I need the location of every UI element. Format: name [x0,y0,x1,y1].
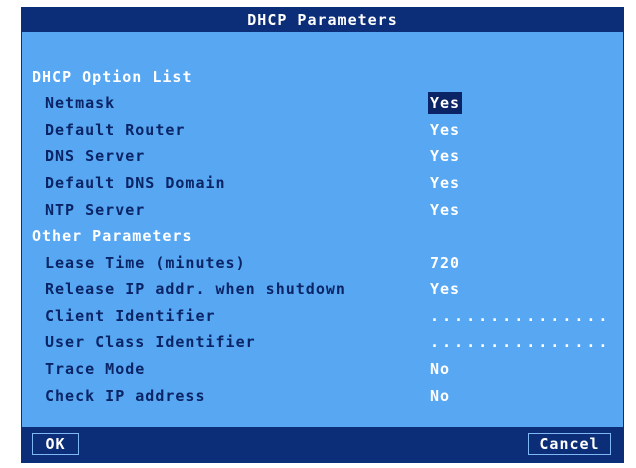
section-other-parameters: Other Parameters [32,227,193,245]
value-default-router[interactable]: Yes [430,119,460,141]
label-user-class-identifier: User Class Identifier [45,333,256,351]
value-netmask[interactable]: Yes [428,92,463,114]
label-netmask: Netmask [45,94,116,112]
label-dns-server: DNS Server [45,147,146,165]
label-lease-time: Lease Time (minutes) [45,254,246,272]
dhcp-parameters-dialog: DHCP Parameters DHCP Option List Netmask… [21,7,624,463]
value-dns-server[interactable]: Yes [430,145,460,167]
value-trace-mode[interactable]: No [430,358,450,380]
value-ntp-server[interactable]: Yes [430,199,460,221]
label-release-ip: Release IP addr. when shutdown [45,280,346,298]
label-default-router: Default Router [45,121,186,139]
label-trace-mode: Trace Mode [45,360,146,378]
terminal-screen: DHCP Parameters DHCP Option List Netmask… [0,0,636,468]
value-default-dns-domain[interactable]: Yes [430,172,460,194]
label-client-identifier: Client Identifier [45,307,216,325]
label-check-ip-address: Check IP address [45,387,206,405]
label-default-dns-domain: Default DNS Domain [45,174,226,192]
input-client-identifier[interactable]: ............... [430,305,610,327]
button-bar: OK Cancel [22,427,623,462]
value-release-ip[interactable]: Yes [430,278,460,300]
dialog-title: DHCP Parameters [22,8,623,32]
ok-button[interactable]: OK [32,433,79,455]
value-check-ip-address[interactable]: No [430,385,450,407]
label-ntp-server: NTP Server [45,201,146,219]
value-lease-time[interactable]: 720 [430,252,460,274]
cancel-button[interactable]: Cancel [528,433,611,455]
section-dhcp-option-list: DHCP Option List [32,68,193,86]
input-user-class-identifier[interactable]: ............... [430,331,610,353]
